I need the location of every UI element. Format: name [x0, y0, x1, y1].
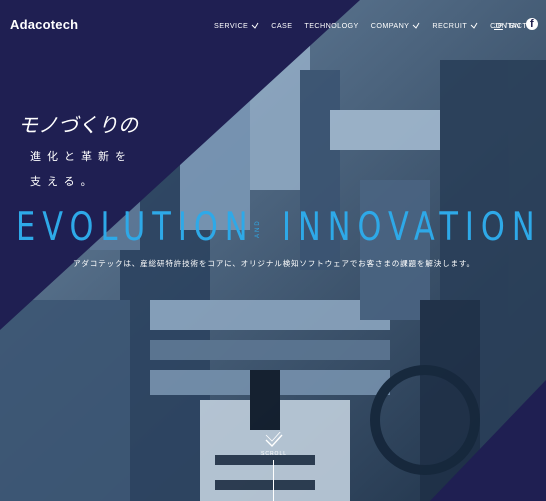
- scroll-label: SCROLL: [261, 451, 288, 457]
- hero-section: Adacotech SERVICE CASE TECHNOLOGY COMPAN…: [0, 0, 546, 501]
- nav-item-label: COMPANY: [370, 21, 410, 30]
- lang-en-link[interactable]: EN: [510, 21, 521, 30]
- nav-item-label: SERVICE: [214, 21, 249, 30]
- nav-item-case[interactable]: CASE: [271, 21, 292, 30]
- nav-item-service[interactable]: SERVICE: [214, 21, 259, 30]
- evolution-title: EVOLUTION: [16, 205, 255, 250]
- top-nav: Adacotech SERVICE CASE TECHNOLOGY COMPAN…: [0, 0, 546, 54]
- nav-item-label: TECHNOLOGY: [304, 21, 359, 30]
- language-switcher: JP / EN: [494, 21, 520, 30]
- scroll-line: [273, 460, 274, 501]
- nav-item-label: RECRUIT: [432, 21, 468, 30]
- innovation-title: INNOVATION: [282, 205, 542, 250]
- main-menu: SERVICE CASE TECHNOLOGY COMPANY RECRUIT …: [214, 21, 539, 30]
- svg-text:モノづくりの: モノづくりの: [18, 113, 139, 137]
- chevron-down-icon: [251, 22, 259, 29]
- facebook-icon[interactable]: f: [526, 18, 538, 30]
- nav-item-label: CASE: [271, 21, 293, 30]
- lang-separator: /: [502, 21, 510, 30]
- and-label: AND: [255, 219, 261, 238]
- factory-background-image: [0, 0, 546, 501]
- chevron-down-icon: [413, 22, 420, 29]
- checkmark-icon: [265, 429, 283, 448]
- scroll-indicator[interactable]: SCROLL: [259, 429, 289, 501]
- brand-logo[interactable]: Adacotech: [10, 17, 78, 32]
- nav-item-recruit[interactable]: RECRUIT: [432, 21, 478, 30]
- headline-handwritten-logo: モノづくりの: [18, 113, 139, 137]
- nav-item-technology[interactable]: TECHNOLOGY: [304, 21, 358, 30]
- hero-subline-1: 進化と革新を: [30, 151, 132, 163]
- lang-jp-link[interactable]: JP: [494, 21, 503, 30]
- chevron-down-icon: [470, 22, 478, 29]
- nav-item-company[interactable]: COMPANY: [371, 21, 421, 30]
- hero-lead-text: アダコテックは、産総研特許技術をコアに、オリジナル検知ソフトウェアでお客さまの課…: [73, 259, 475, 268]
- hero-subline-2: 支える。: [30, 176, 98, 188]
